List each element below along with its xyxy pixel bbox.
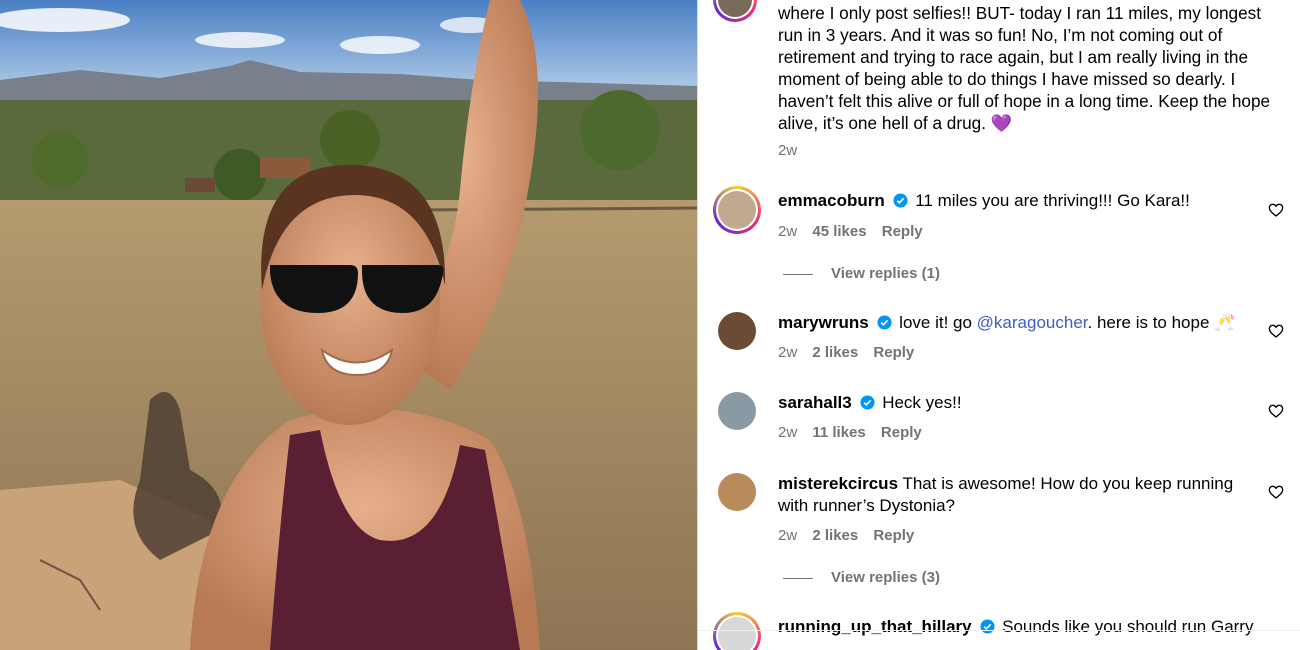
comment-time: 2w (778, 223, 798, 240)
comment-likes[interactable]: 11 likes (812, 424, 865, 441)
avatar[interactable] (718, 473, 756, 511)
caption-timestamp: 2w (778, 142, 798, 159)
comment-likes[interactable]: 2 likes (812, 527, 858, 544)
replies-line (783, 577, 813, 579)
comment-body: misterekcircus That is awesome! How do y… (778, 473, 1238, 517)
comment-username[interactable]: running_up_that_hillary (778, 617, 972, 636)
comment-body: sarahall3 Heck yes!! (778, 392, 1238, 414)
comment-meta: 2w 11 likes Reply (778, 424, 933, 441)
comment-username[interactable]: emmacoburn (778, 191, 885, 210)
comment-username[interactable]: marywruns (778, 313, 869, 332)
comment-text: Sounds like you should run Garry (1002, 617, 1254, 636)
purple-heart-emoji: 💜 (990, 113, 1013, 133)
comment-body: emmacoburn 11 miles you are thriving!!! … (778, 190, 1238, 212)
comment-text-tail: . here is to hope 🥂 (1087, 313, 1236, 332)
author-avatar[interactable] (713, 0, 757, 22)
comment-body: marywruns love it! go @karagoucher. here… (778, 312, 1238, 334)
reply-button[interactable]: Reply (873, 344, 914, 361)
comment-text: Heck yes!! (882, 393, 962, 412)
heart-outline-icon[interactable] (1268, 202, 1284, 218)
view-replies-button[interactable]: View replies (3) (783, 569, 940, 586)
avatar[interactable] (713, 612, 761, 650)
comment-text: love it! go (899, 313, 977, 332)
comment-username[interactable]: misterekcircus (778, 474, 898, 493)
post-photo (0, 0, 697, 650)
heart-outline-icon[interactable] (1268, 484, 1284, 500)
comment-username[interactable]: sarahall3 (778, 393, 852, 412)
view-replies-label: View replies (1) (831, 265, 940, 282)
reply-button[interactable]: Reply (882, 223, 923, 240)
bottom-divider (698, 630, 1300, 631)
view-replies-button[interactable]: View replies (1) (783, 265, 940, 282)
comment-meta: 2w 2 likes Reply (778, 527, 925, 544)
comment-body: running_up_that_hillary Sounds like you … (778, 616, 1258, 638)
heart-outline-icon[interactable] (1268, 403, 1284, 419)
verified-badge-icon (860, 395, 875, 410)
post-caption: where I only post selfies!! BUT- today I… (778, 2, 1278, 134)
verified-badge-icon (980, 619, 995, 634)
reply-button[interactable]: Reply (873, 527, 914, 544)
verified-badge-icon (877, 315, 892, 330)
comment-meta: 2w 45 likes Reply (778, 223, 934, 240)
comment-time: 2w (778, 344, 798, 361)
comment-time: 2w (778, 527, 798, 544)
reply-button[interactable]: Reply (881, 424, 922, 441)
replies-line (783, 273, 813, 275)
comment-likes[interactable]: 45 likes (812, 223, 866, 240)
comment-meta: 2w 2 likes Reply (778, 344, 925, 361)
verified-badge-icon (893, 193, 909, 208)
comment-text: 11 miles you are thriving!!! Go Kara!! (915, 191, 1190, 210)
view-replies-label: View replies (3) (831, 569, 940, 586)
avatar[interactable] (718, 392, 756, 430)
heart-outline-icon[interactable] (1268, 323, 1284, 339)
comment-time: 2w (778, 424, 798, 441)
comments-panel: where I only post selfies!! BUT- today I… (698, 0, 1300, 650)
comment-likes[interactable]: 2 likes (812, 344, 858, 361)
avatar[interactable] (718, 312, 756, 350)
caption-text: where I only post selfies!! BUT- today I… (778, 3, 1271, 133)
avatar[interactable] (713, 186, 761, 234)
mention-link[interactable]: @karagoucher (977, 313, 1088, 332)
